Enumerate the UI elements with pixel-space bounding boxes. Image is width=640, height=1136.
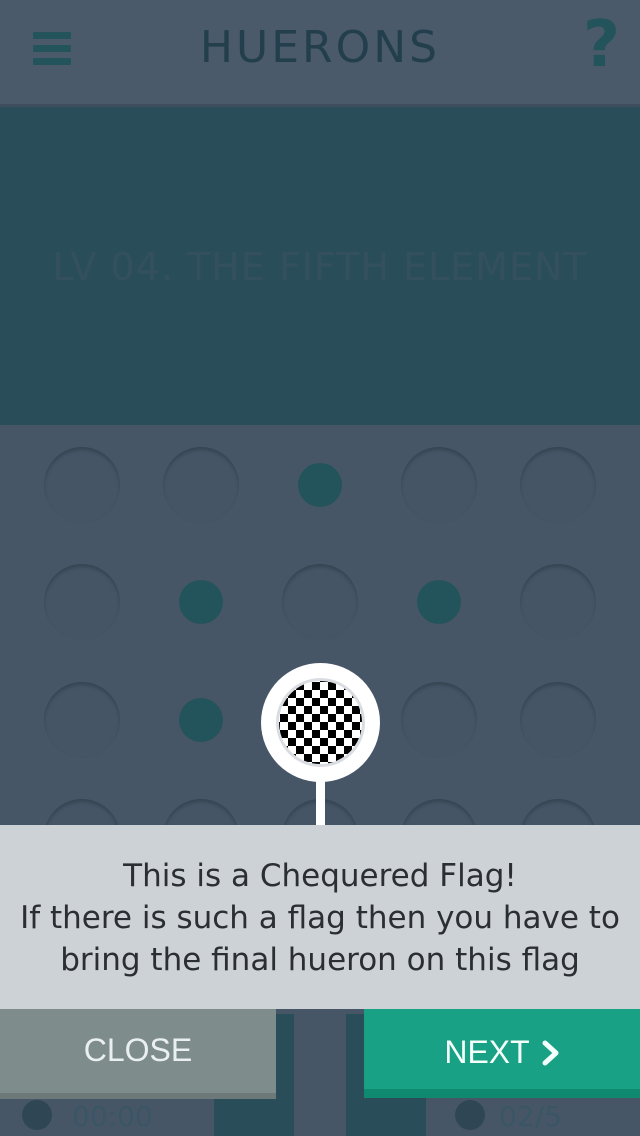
board-cell-empty[interactable] bbox=[282, 564, 358, 640]
board-cell-hueron[interactable] bbox=[282, 447, 358, 523]
board-cell-empty[interactable] bbox=[163, 447, 239, 523]
board-cell-hueron[interactable] bbox=[163, 564, 239, 640]
tutorial-tooltip: This is a Chequered Flag! If there is su… bbox=[0, 825, 640, 1009]
moves-stat: 02/5 bbox=[455, 1094, 640, 1136]
tooltip-line: If there is such a flag then you have to bbox=[20, 900, 620, 936]
tooltip-line: This is a Chequered Flag! bbox=[123, 858, 517, 894]
board-cell-empty[interactable] bbox=[401, 447, 477, 523]
board-cell-empty[interactable] bbox=[520, 564, 596, 640]
board-cell-empty[interactable] bbox=[401, 682, 477, 758]
board-cell-empty[interactable] bbox=[44, 447, 120, 523]
board-cell-empty[interactable] bbox=[44, 564, 120, 640]
board-cell-empty[interactable] bbox=[520, 447, 596, 523]
tooltip-message: This is a Chequered Flag! If there is su… bbox=[0, 855, 640, 981]
board-cell-hueron[interactable] bbox=[401, 564, 477, 640]
timer-value: 00:00 bbox=[72, 1100, 153, 1133]
tooltip-line: bring the final hueron on this flag bbox=[60, 942, 580, 978]
timer-stat: 00:00 bbox=[22, 1094, 222, 1136]
top-bar: HUERONS ? bbox=[0, 0, 640, 107]
flag-badge bbox=[261, 663, 380, 782]
close-button[interactable]: CLOSE bbox=[0, 1009, 276, 1099]
question-mark-icon[interactable]: ? bbox=[583, 10, 620, 80]
board-cell-empty[interactable] bbox=[520, 682, 596, 758]
chevron-right-icon bbox=[542, 1012, 560, 1098]
next-button[interactable]: NEXT bbox=[364, 1009, 640, 1098]
app-title: HUERONS bbox=[199, 22, 441, 73]
close-button-label: CLOSE bbox=[83, 1032, 193, 1068]
board-cell-empty[interactable] bbox=[44, 682, 120, 758]
moves-icon bbox=[455, 1100, 485, 1130]
next-button-label: NEXT bbox=[444, 1034, 530, 1070]
moves-value: 02/5 bbox=[499, 1100, 562, 1133]
board-cell-hueron[interactable] bbox=[163, 682, 239, 758]
tooltip-pin bbox=[316, 778, 325, 830]
level-title: LV 04. THE FIFTH ELEMENT bbox=[52, 245, 588, 289]
chequered-flag-icon bbox=[279, 681, 362, 764]
clock-icon bbox=[22, 1100, 52, 1130]
